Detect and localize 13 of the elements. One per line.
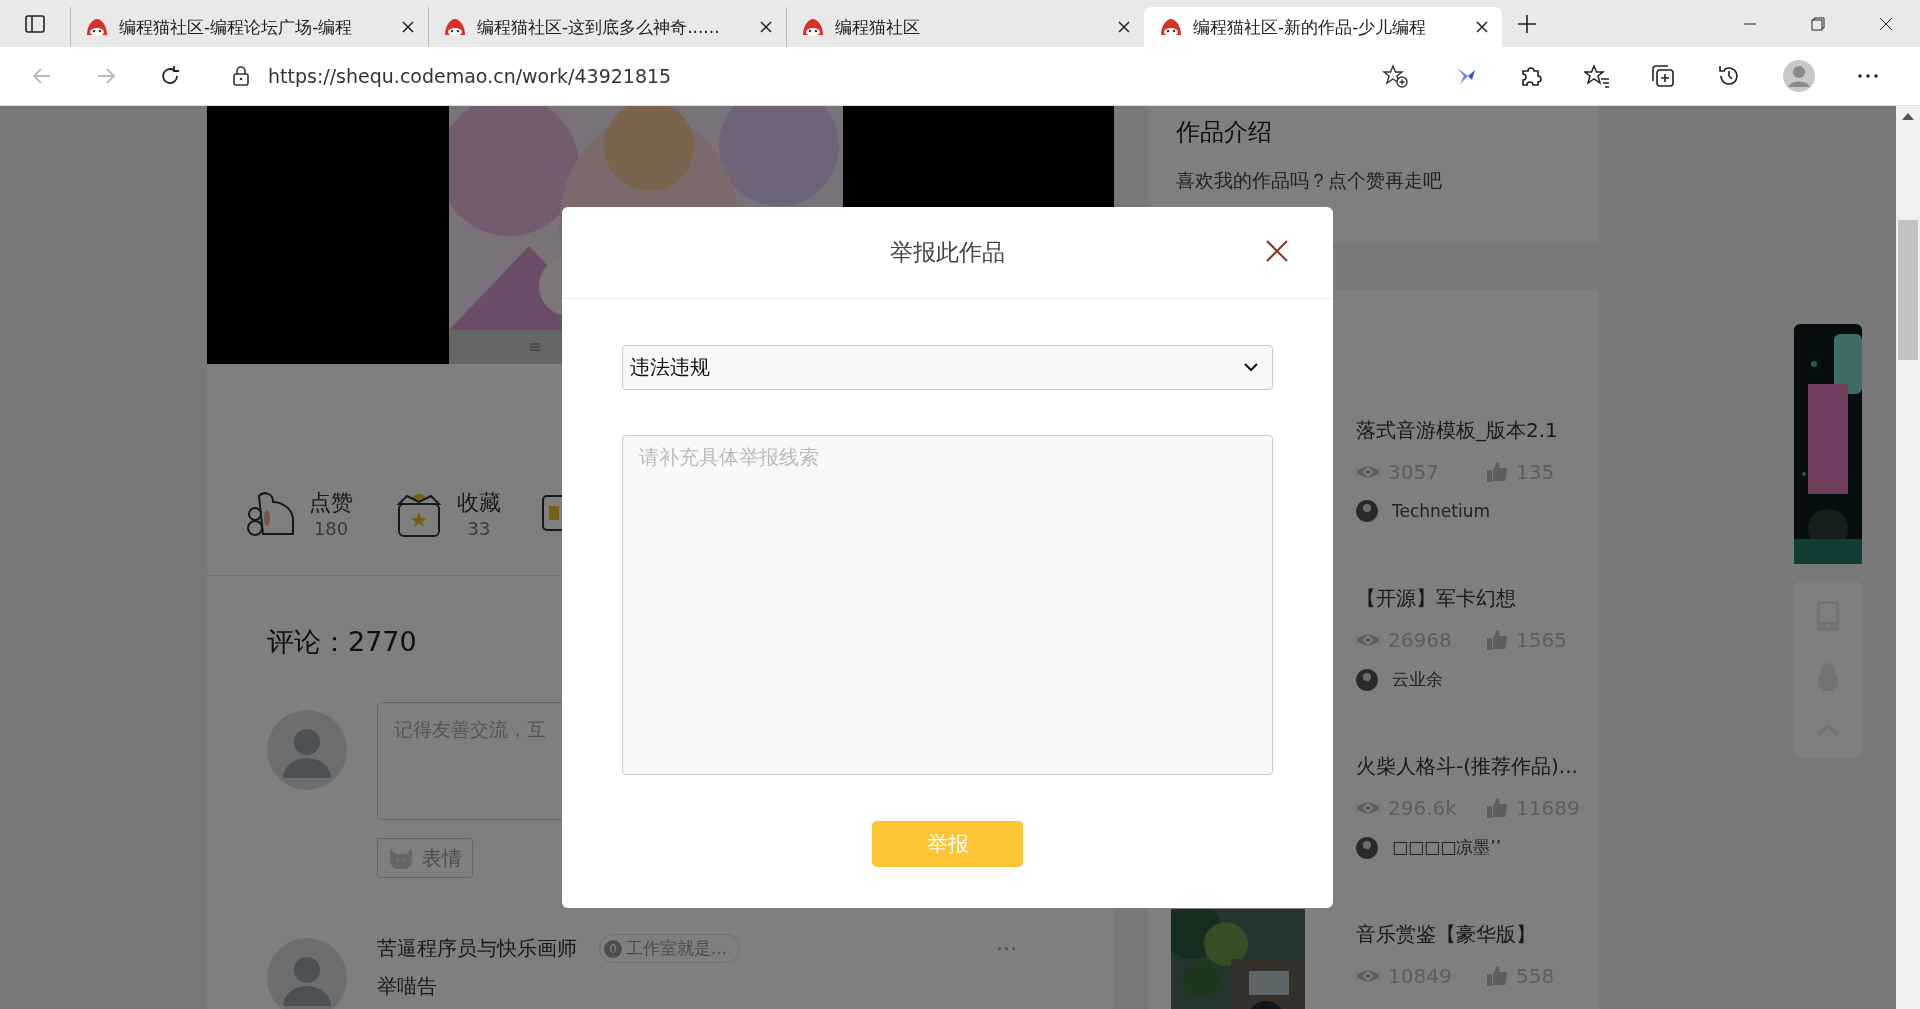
tab-title: 编程猫社区-编程论坛广场-编程: [119, 15, 354, 39]
action-label: 收藏: [457, 489, 501, 517]
intro-text: 喜欢我的作品吗？点个赞再走吧: [1176, 168, 1443, 193]
dialog-title: 举报此作品: [890, 238, 1005, 267]
intro-title: 作品介绍: [1176, 117, 1273, 148]
action-count: 33: [467, 518, 491, 539]
action-count: 180: [313, 518, 349, 539]
action-label: 点赞: [309, 489, 353, 517]
tab-title: 编程猫社区-这到底多么神奇......: [477, 15, 721, 39]
tab-title: 编程猫社区: [835, 15, 921, 39]
comment-text: 举喵告: [377, 973, 438, 1000]
tab-title: 编程猫社区-新的作品-少儿编程: [1193, 15, 1428, 39]
comments-title: 评论：2770: [267, 625, 418, 659]
